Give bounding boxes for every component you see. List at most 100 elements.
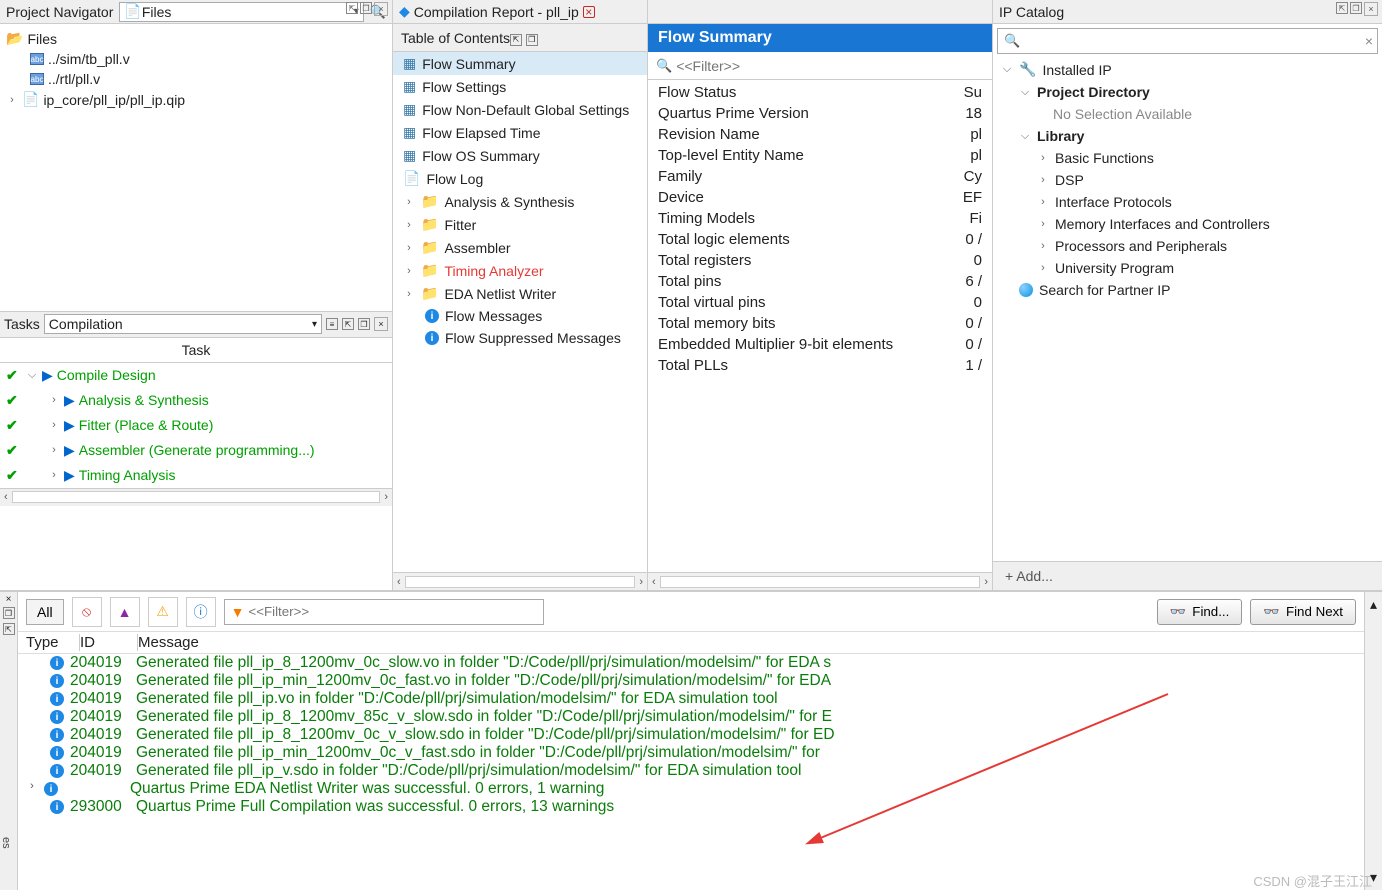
play-icon[interactable]: ▶: [64, 442, 75, 459]
ip-category[interactable]: ›Basic Functions: [999, 147, 1376, 169]
toc-item[interactable]: iFlow Messages: [393, 305, 647, 327]
message-row[interactable]: i204019Generated file pll_ip.vo in folde…: [26, 690, 1356, 708]
flow-filter-bar[interactable]: 🔍: [648, 52, 992, 80]
play-icon[interactable]: ▶: [42, 367, 53, 384]
task-row[interactable]: ✔ › ▶ Fitter (Place & Route): [0, 413, 392, 438]
dock-icon[interactable]: ❐: [358, 318, 370, 330]
toc-item[interactable]: 📄Flow Log: [393, 167, 647, 190]
scroll-left-icon[interactable]: ‹: [397, 576, 401, 588]
message-row[interactable]: i204019Generated file pll_ip_8_1200mv_85…: [26, 708, 1356, 726]
error-filter-icon[interactable]: ⦸: [72, 597, 102, 627]
ip-search-input[interactable]: 🔍 ×: [997, 28, 1378, 54]
warning-filter-icon[interactable]: ⚠: [148, 597, 178, 627]
dock-icon[interactable]: ❐: [1350, 2, 1362, 14]
ip-search-partner[interactable]: Search for Partner IP: [999, 279, 1376, 301]
messages-sidebar[interactable]: × ❐ ⇱ es: [0, 592, 18, 890]
message-row[interactable]: i204019Generated file pll_ip_v.sdo in fo…: [26, 762, 1356, 780]
toc-item[interactable]: ›📁Fitter: [393, 213, 647, 236]
message-row[interactable]: i204019Generated file pll_ip_8_1200mv_0c…: [26, 726, 1356, 744]
toc-tree[interactable]: ▦Flow Summary▦Flow Settings▦Flow Non-Def…: [393, 52, 647, 572]
expand-arrow-icon[interactable]: ›: [48, 469, 60, 481]
find-button[interactable]: 👓 Find...: [1157, 599, 1243, 625]
ip-category[interactable]: ›Processors and Peripherals: [999, 235, 1376, 257]
toc-item[interactable]: ▦Flow Elapsed Time: [393, 121, 647, 144]
close-icon[interactable]: ×: [0, 594, 17, 605]
close-tab-icon[interactable]: ×: [583, 6, 595, 18]
close-icon[interactable]: ×: [374, 2, 388, 16]
message-row[interactable]: i204019Generated file pll_ip_8_1200mv_0c…: [26, 654, 1356, 672]
expand-arrow-icon[interactable]: ›: [403, 265, 415, 277]
toc-item[interactable]: ▦Flow Settings: [393, 75, 647, 98]
expand-arrow-icon[interactable]: ›: [6, 94, 18, 106]
collapse-arrow-icon[interactable]: ⌵: [1001, 63, 1013, 76]
list-icon[interactable]: ≡: [326, 318, 338, 330]
toc-item[interactable]: ›📁Timing Analyzer: [393, 259, 647, 282]
toc-item[interactable]: ›📁Assembler: [393, 236, 647, 259]
dock-icon[interactable]: ❐: [3, 607, 15, 619]
close-icon[interactable]: ×: [1364, 2, 1378, 16]
expand-arrow-icon[interactable]: ›: [1037, 152, 1049, 164]
ip-project-directory[interactable]: ⌵ Project Directory: [999, 81, 1376, 103]
toc-item[interactable]: iFlow Suppressed Messages: [393, 327, 647, 349]
toc-item[interactable]: ›📁Analysis & Synthesis: [393, 190, 647, 213]
expand-arrow-icon[interactable]: ›: [26, 780, 38, 792]
messages-list[interactable]: i204019Generated file pll_ip_8_1200mv_0c…: [18, 654, 1364, 890]
scroll-up-icon[interactable]: ▴: [1370, 596, 1377, 613]
filter-text[interactable]: [248, 604, 536, 619]
collapse-arrow-icon[interactable]: ⌵: [1019, 130, 1031, 143]
tree-qip[interactable]: › 📄 ip_core/pll_ip/pll_ip.qip: [0, 89, 392, 110]
dock-icon[interactable]: ❐: [360, 2, 372, 14]
ip-library[interactable]: ⌵ Library: [999, 125, 1376, 147]
ip-category[interactable]: ›Interface Protocols: [999, 191, 1376, 213]
toc-item[interactable]: ▦Flow Summary: [393, 52, 647, 75]
expand-arrow-icon[interactable]: ›: [1037, 196, 1049, 208]
ip-category[interactable]: ›Memory Interfaces and Controllers: [999, 213, 1376, 235]
close-icon[interactable]: ×: [374, 317, 388, 331]
messages-all-button[interactable]: All: [26, 599, 64, 625]
pin-icon[interactable]: ⇱: [510, 34, 522, 46]
ip-tree[interactable]: ⌵ 🔧 Installed IP ⌵ Project Directory No …: [993, 58, 1382, 561]
ip-installed[interactable]: ⌵ 🔧 Installed IP: [999, 58, 1376, 81]
messages-vscroll[interactable]: ▴ ▾: [1364, 592, 1382, 890]
navigator-view-combo[interactable]: 📄 Files: [119, 2, 363, 22]
expand-arrow-icon[interactable]: ›: [403, 219, 415, 231]
scroll-right-icon[interactable]: ›: [639, 576, 643, 588]
pin-icon[interactable]: ⇱: [342, 318, 354, 330]
clear-icon[interactable]: ×: [1365, 33, 1373, 49]
expand-arrow-icon[interactable]: ›: [48, 444, 60, 456]
play-icon[interactable]: ▶: [64, 467, 75, 484]
expand-arrow-icon[interactable]: ›: [1037, 262, 1049, 274]
messages-filter-input[interactable]: ▼: [224, 599, 544, 625]
pin-icon[interactable]: ⇱: [3, 623, 15, 635]
scroll-left-icon[interactable]: ‹: [652, 576, 656, 588]
critical-warning-filter-icon[interactable]: ▲: [110, 597, 140, 627]
play-icon[interactable]: ▶: [64, 417, 75, 434]
toc-item[interactable]: ▦Flow Non-Default Global Settings: [393, 98, 647, 121]
ip-category[interactable]: ›University Program: [999, 257, 1376, 279]
expand-arrow-icon[interactable]: ›: [48, 394, 60, 406]
expand-arrow-icon[interactable]: ›: [1037, 218, 1049, 230]
message-row[interactable]: i204019Generated file pll_ip_min_1200mv_…: [26, 744, 1356, 762]
tree-file[interactable]: abc ../sim/tb_pll.v: [0, 49, 392, 69]
expand-arrow-icon[interactable]: ›: [403, 196, 415, 208]
tree-file[interactable]: abc ../rtl/pll.v: [0, 69, 392, 89]
tasks-hscroll[interactable]: ‹ ›: [0, 488, 392, 506]
scroll-left-icon[interactable]: ‹: [4, 491, 8, 503]
scroll-right-icon[interactable]: ›: [984, 576, 988, 588]
pin-icon[interactable]: ⇱: [1336, 2, 1348, 14]
toc-hscroll[interactable]: ‹ ›: [393, 572, 647, 590]
expand-arrow-icon[interactable]: ›: [403, 288, 415, 300]
message-row[interactable]: i204019Generated file pll_ip_min_1200mv_…: [26, 672, 1356, 690]
info-filter-icon[interactable]: ⓘ: [186, 597, 216, 627]
expand-arrow-icon[interactable]: ›: [403, 242, 415, 254]
toc-item[interactable]: ▦Flow OS Summary: [393, 144, 647, 167]
summary-hscroll[interactable]: ‹ ›: [648, 572, 992, 590]
tasks-flow-combo[interactable]: Compilation: [44, 314, 322, 334]
collapse-arrow-icon[interactable]: ⌵: [26, 369, 38, 382]
project-navigator-tree[interactable]: 📂 Files abc ../sim/tb_pll.v abc ../rtl/p…: [0, 24, 392, 311]
expand-arrow-icon[interactable]: ›: [1037, 174, 1049, 186]
message-row[interactable]: i293000Quartus Prime Full Compilation wa…: [26, 798, 1356, 816]
scroll-right-icon[interactable]: ›: [384, 491, 388, 503]
dock-icon[interactable]: ❐: [526, 34, 538, 46]
pin-icon[interactable]: ⇱: [346, 2, 358, 14]
